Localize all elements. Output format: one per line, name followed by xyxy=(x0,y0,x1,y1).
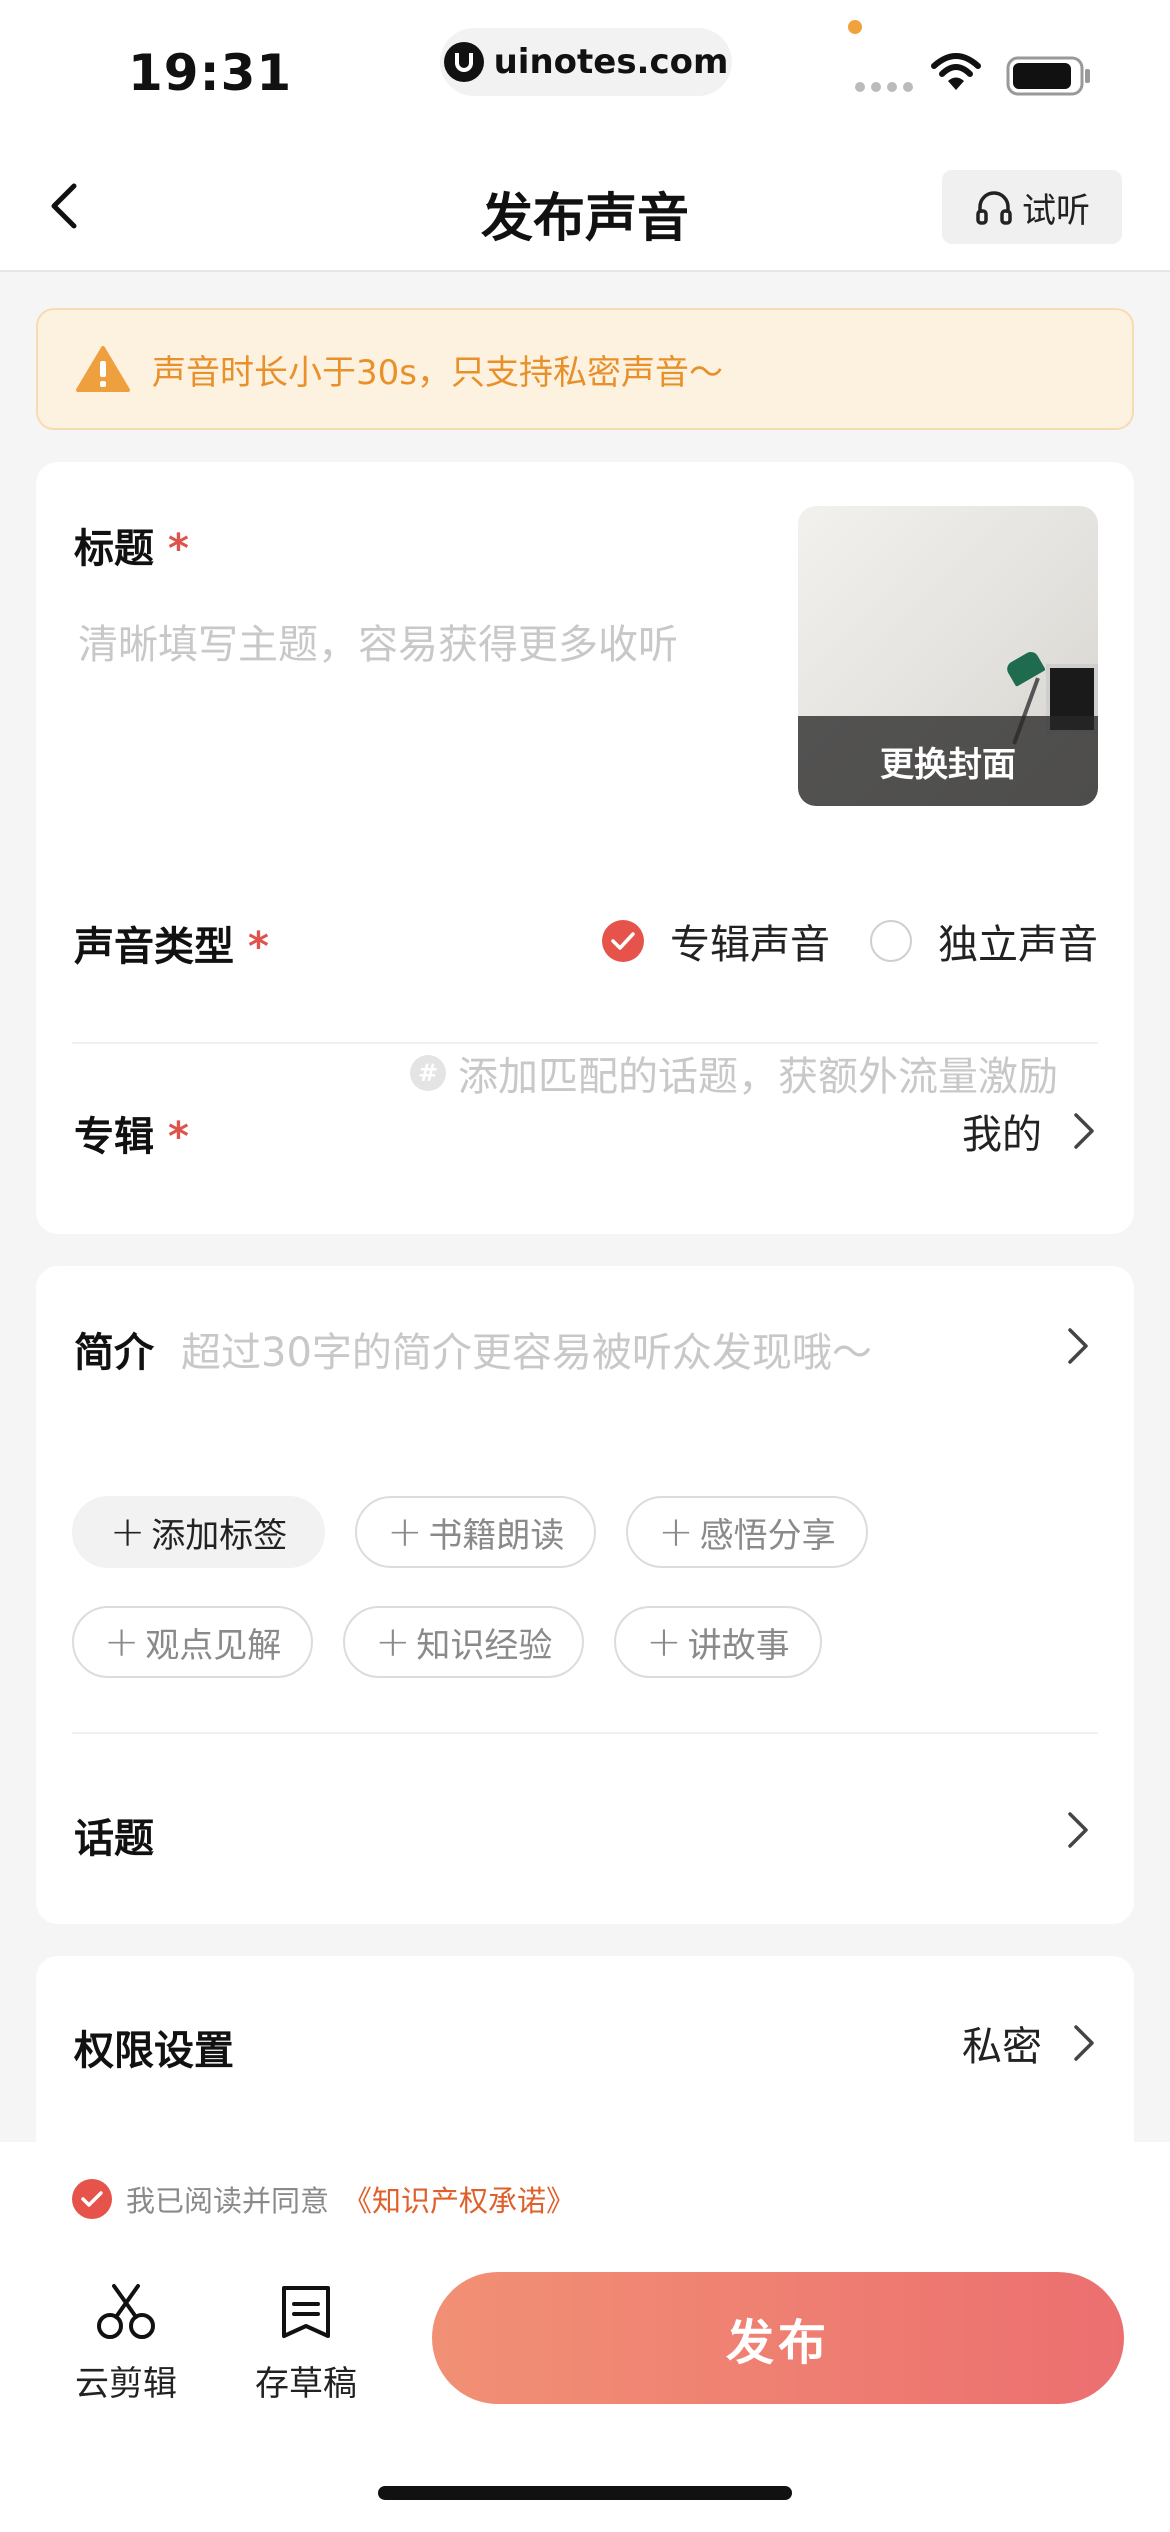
plus-icon: + xyxy=(110,1507,146,1556)
tag-chip[interactable]: + 感悟分享 xyxy=(626,1496,868,1568)
add-tag-button[interactable]: + 添加标签 xyxy=(72,1496,326,1568)
chevron-right-icon xyxy=(1068,1812,1088,1848)
tag-label: 知识经验 xyxy=(416,1625,553,1666)
save-draft-button[interactable]: 存草稿 xyxy=(246,2280,366,2405)
listen-button[interactable]: 试听 xyxy=(942,170,1122,244)
agreement-checked-icon[interactable] xyxy=(72,2179,112,2219)
cover-image[interactable]: 更换封面 xyxy=(798,506,1098,806)
headphones-icon xyxy=(976,191,1012,225)
tag-label: 讲故事 xyxy=(687,1625,790,1666)
radio-checked-icon xyxy=(602,920,644,962)
draft-icon xyxy=(282,2286,330,2338)
tool-label: 存草稿 xyxy=(255,2364,357,2404)
type-label: 声音类型 * xyxy=(74,924,269,970)
tag-chip[interactable]: + 讲故事 xyxy=(614,1606,822,1678)
intro-chevron[interactable] xyxy=(1062,1322,1092,1374)
chevron-right-icon xyxy=(1068,1328,1088,1364)
home-indicator[interactable] xyxy=(378,2486,792,2500)
chevron-right-icon xyxy=(1074,2025,1094,2061)
wifi-icon xyxy=(930,52,982,96)
tag-list: + 添加标签 + 书籍朗读 + 感悟分享 + 观点见解 + 知识经验 + 讲故事 xyxy=(72,1496,1112,1716)
url-text: uinotes.com xyxy=(493,42,729,82)
tag-chip[interactable]: + 观点见解 xyxy=(72,1606,314,1678)
permission-label: 权限设置 xyxy=(74,2028,234,2074)
tag-label: 添加标签 xyxy=(151,1515,288,1556)
tag-label: 感悟分享 xyxy=(699,1515,836,1556)
status-time: 19:31 xyxy=(128,44,293,102)
plus-icon: + xyxy=(658,1507,694,1556)
scissors-icon xyxy=(97,2284,155,2339)
type-radio-group: 专辑声音 独立声音 xyxy=(602,912,1098,970)
publish-button[interactable]: 发布 xyxy=(432,2272,1124,2404)
radio-standalone-voice[interactable]: 独立声音 xyxy=(870,912,1098,970)
radio-album-voice[interactable]: 专辑声音 xyxy=(602,912,830,970)
tag-label: 观点见解 xyxy=(145,1625,282,1666)
plus-icon: + xyxy=(104,1617,140,1666)
warning-banner: 声音时长小于30s，只支持私密声音～ xyxy=(36,308,1134,430)
agreement-row[interactable]: 我已阅读并同意 《知识产权承诺》 xyxy=(72,2178,575,2220)
title-input[interactable]: 清晰填写主题，容易获得更多收听 xyxy=(78,612,678,670)
topic-input[interactable]: # 添加匹配的话题，获额外流量激励 xyxy=(410,1044,1058,1102)
permission-selector[interactable]: 私密 xyxy=(962,2014,1098,2072)
warning-icon xyxy=(76,346,130,392)
required-mark: * xyxy=(168,526,189,572)
title-label: 标题 * xyxy=(74,526,189,572)
tool-label: 云剪辑 xyxy=(75,2364,177,2404)
tag-label: 书籍朗读 xyxy=(428,1515,565,1556)
intro-input[interactable]: 超过30字的简介更容易被听众发现哦～ xyxy=(181,1320,872,1378)
listen-label: 试听 xyxy=(1022,190,1090,231)
privacy-indicator-dot xyxy=(848,20,862,34)
battery-icon xyxy=(1006,56,1092,100)
required-mark: * xyxy=(168,1114,189,1160)
change-cover-button[interactable]: 更换封面 xyxy=(798,716,1098,806)
tag-chip[interactable]: + 知识经验 xyxy=(343,1606,585,1678)
status-bar: 19:31 uinotes.com xyxy=(0,0,1170,140)
topic-chevron[interactable] xyxy=(1062,1806,1092,1858)
plus-icon: + xyxy=(646,1617,682,1666)
plus-icon: + xyxy=(387,1507,423,1556)
site-logo-icon xyxy=(443,42,484,82)
nav-bar: 发布声音 试听 xyxy=(0,140,1170,272)
cloud-edit-button[interactable]: 云剪辑 xyxy=(66,2280,186,2405)
cellular-signal-icon xyxy=(855,82,913,92)
intro-label: 简介 xyxy=(74,1330,154,1376)
required-mark: * xyxy=(248,924,269,970)
radio-unchecked-icon xyxy=(870,920,912,962)
basic-info-card: 标题 * 清晰填写主题，容易获得更多收听 更换封面 声音类型 * 专辑声音 独立声音… xyxy=(36,462,1134,1234)
album-selector[interactable]: 我的 xyxy=(962,1102,1098,1160)
cover-art-lamp xyxy=(1004,649,1046,687)
topic-label: 话题 xyxy=(74,1816,154,1862)
permission-value: 私密 xyxy=(962,2024,1042,2070)
chevron-right-icon xyxy=(1074,1113,1094,1149)
ip-commitment-link[interactable]: 《知识产权承诺》 xyxy=(343,2178,575,2220)
agreement-text: 我已阅读并同意 xyxy=(126,2184,330,2218)
topic-placeholder: 添加匹配的话题，获额外流量激励 xyxy=(458,1054,1058,1100)
radio-label: 独立声音 xyxy=(938,922,1098,968)
divider xyxy=(72,1732,1098,1734)
details-card: 简介 超过30字的简介更容易被听众发现哦～ + 添加标签 + 书籍朗读 + 感悟… xyxy=(36,1266,1134,1924)
bottom-action-panel: 我已阅读并同意 《知识产权承诺》 云剪辑 存草稿 发布 xyxy=(0,2142,1170,2532)
tag-chip[interactable]: + 书籍朗读 xyxy=(355,1496,597,1568)
warning-text: 声音时长小于30s，只支持私密声音～ xyxy=(152,352,723,393)
url-pill[interactable]: uinotes.com xyxy=(440,28,732,96)
album-label: 专辑 * xyxy=(74,1114,189,1160)
radio-label: 专辑声音 xyxy=(670,922,830,968)
hashtag-icon: # xyxy=(410,1055,446,1091)
album-value: 我的 xyxy=(962,1112,1042,1158)
plus-icon: + xyxy=(375,1617,411,1666)
